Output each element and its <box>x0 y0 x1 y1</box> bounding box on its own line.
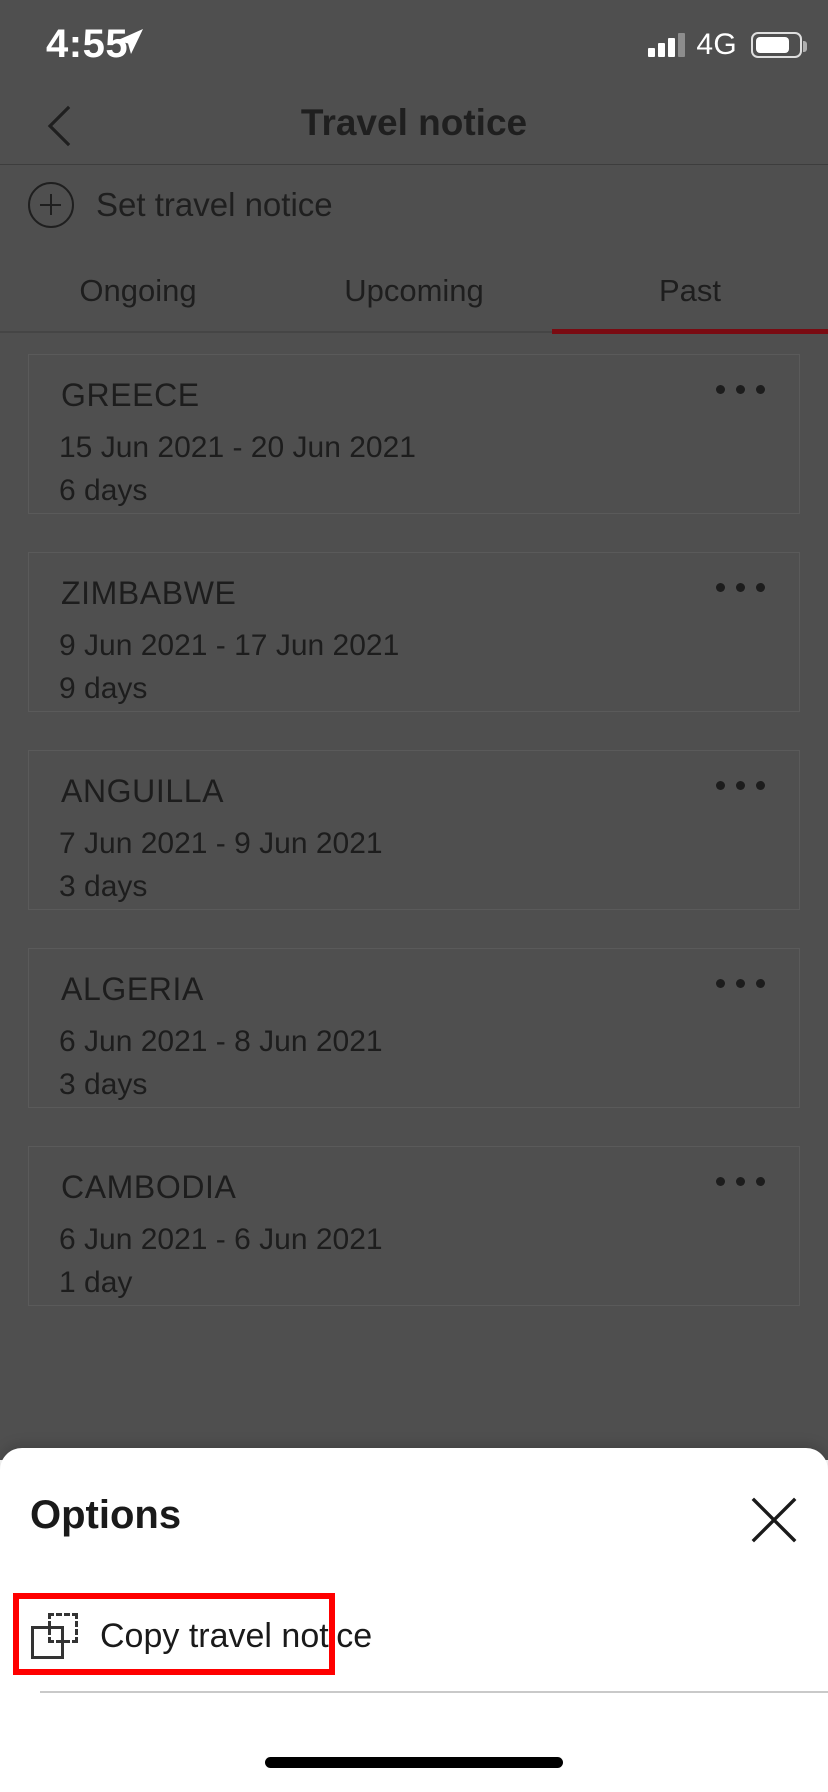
status-bar: 4:55 4G <box>0 0 828 88</box>
notice-duration: 6 days <box>59 474 148 507</box>
tab-past[interactable]: Past <box>552 248 828 333</box>
overflow-menu-icon[interactable] <box>716 583 765 592</box>
location-arrow-icon <box>117 29 143 54</box>
notice-country: ZIMBABWE <box>61 575 237 611</box>
overflow-menu-icon[interactable] <box>716 1177 765 1186</box>
notice-duration: 3 days <box>59 870 148 903</box>
sheet-item-divider <box>40 1691 828 1693</box>
notice-country: CAMBODIA <box>61 1169 237 1205</box>
dimmed-app-layer: 4:55 4G Travel notice Set travel notice <box>0 0 828 1460</box>
tab-past-label: Past <box>658 272 722 308</box>
table-row[interactable]: CAMBODIA 6 Jun 2021 - 6 Jun 2021 1 day <box>28 1146 800 1306</box>
battery-icon <box>751 32 807 58</box>
notice-country: GREECE <box>61 377 200 413</box>
notice-country: ALGERIA <box>61 971 204 1007</box>
copy-travel-notice-label: Copy travel notice <box>100 1616 373 1655</box>
table-row[interactable]: GREECE 15 Jun 2021 - 20 Jun 2021 6 days <box>28 354 800 514</box>
notice-dates: 15 Jun 2021 - 20 Jun 2021 <box>59 431 416 464</box>
sheet-title: Options <box>30 1493 182 1537</box>
nav-bar: Travel notice <box>0 88 828 164</box>
notice-dates: 6 Jun 2021 - 6 Jun 2021 <box>59 1223 383 1256</box>
network-type-label: 4G <box>696 28 737 61</box>
copy-travel-notice-item[interactable]: Copy travel notice <box>0 1590 828 1682</box>
notice-dates: 7 Jun 2021 - 9 Jun 2021 <box>59 827 383 860</box>
set-travel-notice-button[interactable]: Set travel notice <box>0 165 828 245</box>
overflow-menu-icon[interactable] <box>716 385 765 394</box>
options-bottom-sheet: Options Copy travel notice <box>0 1448 828 1792</box>
notice-duration: 9 days <box>59 672 148 705</box>
copy-icon <box>30 1611 80 1661</box>
overflow-menu-icon[interactable] <box>716 781 765 790</box>
notice-dates: 9 Jun 2021 - 17 Jun 2021 <box>59 629 400 662</box>
notice-duration: 3 days <box>59 1068 148 1101</box>
home-indicator[interactable] <box>265 1757 563 1768</box>
notice-dates: 6 Jun 2021 - 8 Jun 2021 <box>59 1025 383 1058</box>
page-title: Travel notice <box>300 102 528 143</box>
plus-circle-icon <box>28 182 74 228</box>
tab-ongoing-label: Ongoing <box>79 272 197 308</box>
set-travel-notice-label: Set travel notice <box>96 186 333 223</box>
status-indicators: 4G <box>648 28 807 62</box>
table-row[interactable]: ANGUILLA 7 Jun 2021 - 9 Jun 2021 3 days <box>28 750 800 910</box>
table-row[interactable]: ZIMBABWE 9 Jun 2021 - 17 Jun 2021 9 days <box>28 552 800 712</box>
notice-country: ANGUILLA <box>61 773 225 809</box>
tab-bar: Ongoing Upcoming Past <box>0 248 828 333</box>
overflow-menu-icon[interactable] <box>716 979 765 988</box>
phone-screen: 4:55 4G Travel notice Set travel notice <box>0 0 828 1792</box>
tab-active-indicator <box>552 329 828 334</box>
close-icon[interactable] <box>746 1492 802 1548</box>
tab-upcoming-label: Upcoming <box>344 272 484 308</box>
travel-notice-list[interactable]: GREECE 15 Jun 2021 - 20 Jun 2021 6 days … <box>0 340 828 1460</box>
signal-bars-icon <box>648 33 686 57</box>
tab-ongoing[interactable]: Ongoing <box>0 248 276 333</box>
tab-upcoming[interactable]: Upcoming <box>276 248 552 333</box>
notice-duration: 1 day <box>59 1266 133 1299</box>
table-row[interactable]: ALGERIA 6 Jun 2021 - 8 Jun 2021 3 days <box>28 948 800 1108</box>
